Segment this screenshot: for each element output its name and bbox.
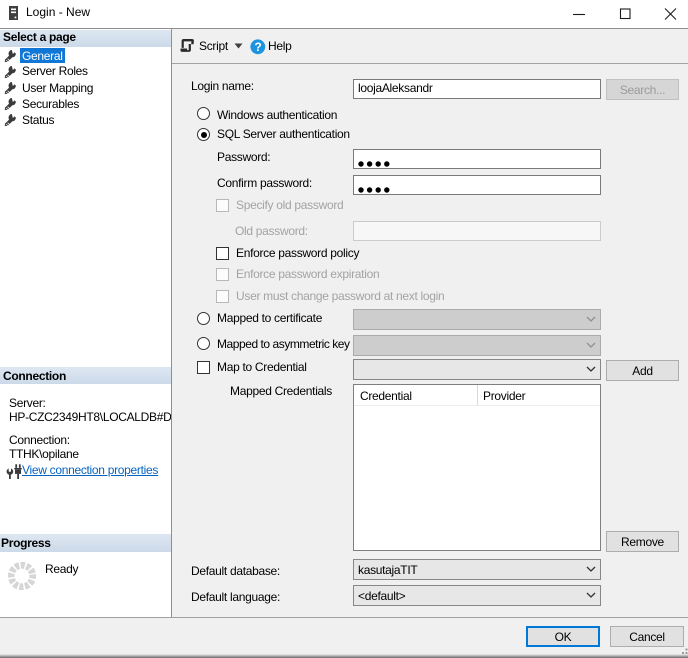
svg-text:?: ? <box>254 40 261 54</box>
